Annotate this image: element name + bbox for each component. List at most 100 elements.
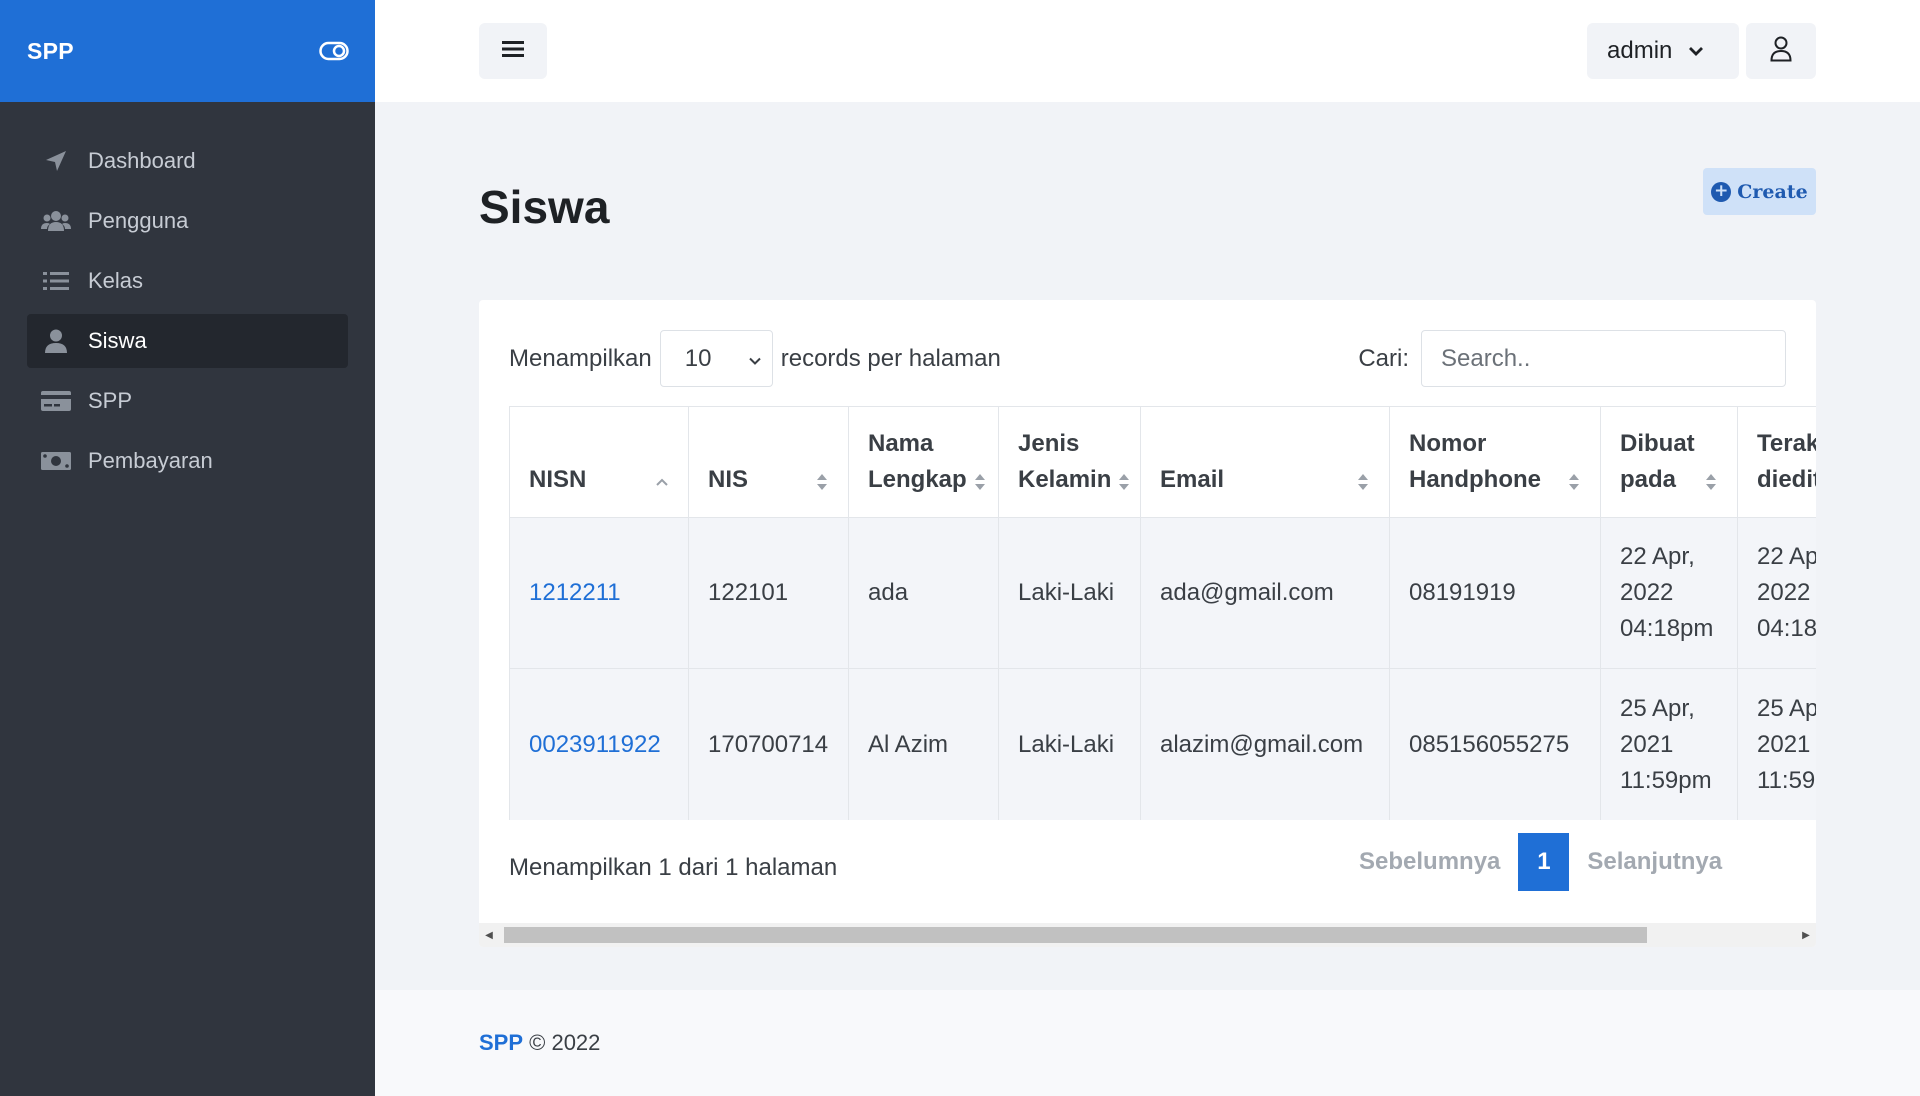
sidebar-item-pengguna[interactable]: Pengguna [27,194,348,248]
cell-jenis-kelamin: Laki-Laki [998,517,1141,669]
page-footer: SPP © 2022 [375,990,1920,1096]
cell-nis: 122101 [688,517,849,669]
header-line: diedit [1757,466,1816,493]
sidebar: SPP Dashboard Pengguna Kelas Siswa SPP P… [0,0,375,1096]
column-header-dibuat-pada[interactable]: Dibuat pada [1600,406,1738,518]
cell-diedit: 25 Apr, 2021 11:59pm [1737,668,1816,820]
table-controls: Menampilkan 10 records per halaman Cari: [509,330,1786,387]
cell-dibuat: 22 Apr, 2022 04:18pm [1600,517,1738,669]
column-header-email[interactable]: Email [1140,406,1390,518]
header-line: Terakhir [1757,430,1816,457]
date-line: 2022 [1757,579,1811,606]
cell-nama: ada [848,517,999,669]
siswa-table: NISN NIS Nama Lengkap Jenis Kelamin Emai… [509,406,1816,820]
column-header-terakhir-diedit[interactable]: Terakhir diedit [1737,406,1816,518]
cell-handphone: 085156055275 [1389,668,1601,820]
sidebar-item-spp[interactable]: SPP [27,374,348,428]
show-label: Menampilkan [509,344,652,372]
page-title: Siswa [479,181,610,233]
date-line: 25 Apr, [1620,694,1695,722]
page-1-button[interactable]: 1 [1518,833,1570,891]
datatable-card: Menampilkan 10 records per halaman Cari:… [479,300,1816,947]
brand-name[interactable]: SPP [27,38,74,65]
date-line: 04:18pm [1620,615,1714,642]
create-button[interactable]: + Create [1703,168,1816,215]
date-line: 04:18pm [1757,615,1816,642]
header-line: Nama [868,430,934,457]
header-line: Email [1160,466,1225,493]
date-line: 2021 [1620,730,1674,758]
next-page-button[interactable]: Selanjutnya [1569,848,1740,876]
scroll-right-arrow-icon[interactable]: ▶ [1796,923,1816,947]
cell-nis: 170700714 [688,668,849,820]
scrollbar-thumb[interactable] [504,927,1647,943]
cell-dibuat: 25 Apr, 2021 11:59pm [1600,668,1738,820]
per-page-select[interactable]: 10 [659,330,773,387]
sidebar-item-dashboard[interactable]: Dashboard [27,134,348,188]
column-header-nama-lengkap[interactable]: Nama Lengkap [848,406,999,518]
toggle-sidebar-icon[interactable] [319,40,349,62]
date-line: 25 Apr, [1757,694,1816,722]
date-line: 2021 [1757,730,1811,758]
sidebar-item-pembayaran[interactable]: Pembayaran [27,434,348,488]
footer-brand-link[interactable]: SPP [479,1030,523,1055]
table-header-row: NISN NIS Nama Lengkap Jenis Kelamin Emai… [509,406,1816,518]
cell-handphone: 08191919 [1389,517,1601,669]
hamburger-icon [502,39,524,64]
search-wrap: Cari: [1358,330,1786,387]
menu-toggle-button[interactable] [479,23,547,79]
paper-plane-icon [41,149,71,173]
column-header-nisn[interactable]: NISN [509,406,689,518]
header-line: Handphone [1409,466,1541,493]
table-row: 0023911922 170700714 Al Azim Laki-Laki a… [509,668,1816,820]
table-wrapper: NISN NIS Nama Lengkap Jenis Kelamin Emai… [509,406,1816,820]
pagination: Sebelumnya 1 Selanjutnya [1341,833,1740,891]
scroll-left-arrow-icon[interactable]: ◀ [479,923,499,947]
sort-icon[interactable] [1356,472,1370,492]
profile-button[interactable] [1746,23,1816,79]
sort-icon[interactable] [1117,472,1131,492]
column-header-jenis-kelamin[interactable]: Jenis Kelamin [998,406,1141,518]
sidebar-item-label: Pengguna [88,208,189,233]
users-icon [41,209,71,233]
header-line: NISN [529,466,587,493]
sidebar-item-kelas[interactable]: Kelas [27,254,348,308]
credit-card-icon [41,389,71,413]
sidebar-brand: SPP [0,0,375,102]
table-row: 1212211 122101 ada Laki-Laki ada@gmail.c… [509,517,1816,669]
topbar: admin [375,0,1920,102]
sidebar-item-siswa[interactable]: Siswa [27,314,348,368]
previous-page-button[interactable]: Sebelumnya [1341,848,1518,876]
user-dropdown-button[interactable]: admin [1587,23,1739,79]
sort-icon[interactable] [815,472,829,492]
nisn-link[interactable]: 0023911922 [529,731,661,758]
sort-icon[interactable] [973,472,987,492]
header-line: NIS [708,466,749,493]
nisn-link[interactable]: 1212211 [529,579,621,606]
search-input[interactable] [1421,330,1786,387]
sort-ascending-icon[interactable] [655,472,669,492]
column-header-nomor-handphone[interactable]: Nomor Handphone [1389,406,1601,518]
date-line: 11:59pm [1620,766,1712,794]
column-header-nis[interactable]: NIS [688,406,849,518]
list-icon [41,269,71,293]
plus-circle-icon: + [1711,181,1732,202]
cell-nama: Al Azim [848,668,999,820]
cell-jenis-kelamin: Laki-Laki [998,668,1141,820]
create-label: Create [1737,180,1808,203]
user-icon [41,329,71,353]
sidebar-nav: Dashboard Pengguna Kelas Siswa SPP Pemba… [0,102,375,488]
sidebar-item-label: Kelas [88,268,144,293]
footer-copyright: © 2022 [523,1030,601,1055]
cell-email: ada@gmail.com [1140,517,1390,669]
sort-icon[interactable] [1704,472,1718,492]
footer-text: SPP © 2022 [479,1030,600,1056]
money-bill-icon [41,449,71,473]
sort-icon[interactable] [1567,472,1581,492]
horizontal-scrollbar[interactable]: ◀ ▶ [479,923,1816,947]
header-line: Jenis [1018,430,1080,457]
date-line: 2022 [1620,579,1674,606]
cell-nisn: 0023911922 [509,668,689,820]
date-line: 11:59pm [1757,766,1816,794]
date-line: 22 Apr, [1620,543,1695,570]
